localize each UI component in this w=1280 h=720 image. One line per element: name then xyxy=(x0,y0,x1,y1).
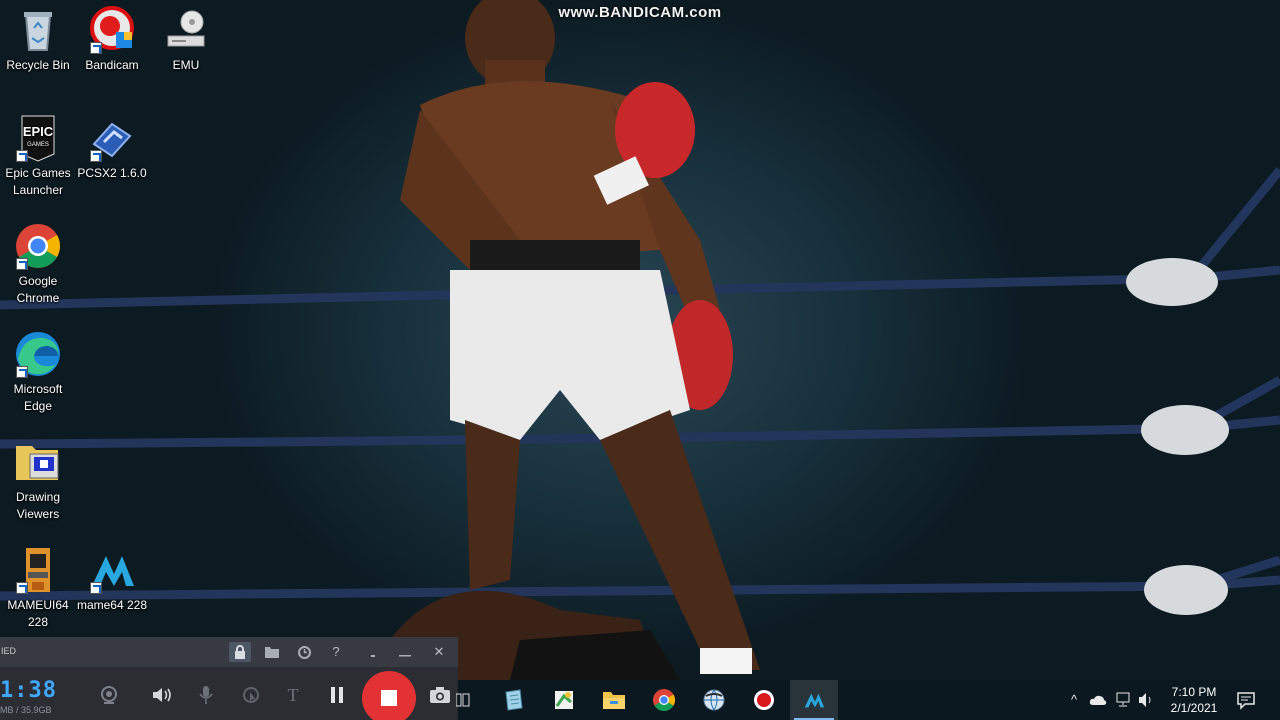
network-icon[interactable] xyxy=(1111,680,1135,720)
lock-icon[interactable] xyxy=(229,642,251,662)
desktop-icon-label: PCSX2 1.6.0 xyxy=(77,166,147,180)
epic-games-icon: EPIC GAMES xyxy=(14,114,62,162)
desktop-icon-emu[interactable]: EMU xyxy=(148,6,224,74)
show-hidden-icons-button[interactable]: ^ xyxy=(1064,680,1084,720)
desktop-icon-label: Bandicam xyxy=(85,58,139,72)
chrome-taskbar-icon[interactable] xyxy=(640,680,688,720)
shortcut-arrow-icon xyxy=(16,258,28,270)
text-overlay-icon[interactable]: T xyxy=(279,681,307,709)
svg-text:EPIC: EPIC xyxy=(23,124,54,139)
open-folder-icon[interactable] xyxy=(261,642,283,662)
boxing-ring-wallpaper xyxy=(0,0,1280,680)
microphone-icon[interactable] xyxy=(192,681,220,709)
desktop-icon-label: mame64 228 xyxy=(76,598,148,612)
taskbar: ^ 7:10 PM 2/1/2021 xyxy=(455,680,1280,720)
desktop-icon-mameui64[interactable]: MAMEUI64 228 xyxy=(0,546,76,631)
minimize-to-tray-icon[interactable] xyxy=(362,642,384,662)
desktop-icon-drawing-viewers[interactable]: Drawing Viewers xyxy=(0,438,76,523)
mame-taskbar-icon[interactable] xyxy=(790,680,838,720)
desktop-icon-microsoft-edge[interactable]: Microsoft Edge xyxy=(0,330,76,415)
recording-timer: 1:38 xyxy=(0,678,57,703)
desktop-icon-mame64[interactable]: mame64 228 xyxy=(74,546,150,614)
shortcut-arrow-icon xyxy=(90,42,102,54)
screenshot-camera-icon[interactable] xyxy=(426,681,454,709)
desktop-icon-bandicam[interactable]: Bandicam xyxy=(74,6,150,74)
sticky-app-icon[interactable] xyxy=(540,680,588,720)
clock-icon[interactable] xyxy=(293,642,315,662)
desktop-icon-label: Microsoft Edge xyxy=(13,382,63,413)
recycle-bin-icon xyxy=(14,6,62,54)
speaker-icon[interactable] xyxy=(148,681,176,709)
task-view-icon[interactable] xyxy=(454,680,472,720)
drive-icon xyxy=(162,6,210,54)
bandicam-record-icon[interactable] xyxy=(740,680,788,720)
action-center-icon[interactable] xyxy=(1234,688,1258,712)
desktop-icon-pcsx2[interactable]: PCSX2 1.6.0 xyxy=(74,114,150,182)
shortcut-arrow-icon xyxy=(16,582,28,594)
minimize-icon[interactable] xyxy=(394,642,416,662)
desktop-icon-label: MAMEUI64 228 xyxy=(7,598,69,629)
webcam-icon[interactable] xyxy=(95,681,123,709)
desktop-icon-label: Drawing Viewers xyxy=(15,490,60,521)
pause-icon[interactable] xyxy=(323,681,351,709)
globe-app-icon[interactable] xyxy=(690,680,738,720)
cursor-effect-icon[interactable] xyxy=(237,681,265,709)
shortcut-arrow-icon xyxy=(16,366,28,378)
shortcut-arrow-icon xyxy=(16,150,28,162)
volume-icon[interactable] xyxy=(1135,680,1159,720)
shortcut-arrow-icon xyxy=(90,582,102,594)
desktop-icon-recycle-bin[interactable]: Recycle Bin xyxy=(0,6,76,74)
edge-icon xyxy=(14,330,62,378)
desktop-icon-label: Epic Games Launcher xyxy=(5,166,71,197)
notepad-icon[interactable] xyxy=(490,680,538,720)
cloud-icon[interactable] xyxy=(1086,680,1110,720)
desktop-icon-epic-games[interactable]: EPIC GAMES Epic Games Launcher xyxy=(0,114,76,199)
arcade-cabinet-icon xyxy=(14,546,62,594)
bandicam-icon xyxy=(88,6,136,54)
pcsx2-icon xyxy=(88,114,136,162)
file-explorer-icon[interactable] xyxy=(590,680,638,720)
bandicam-control-bar: IED ? ✕ 1:38 MB / 35.9GB T xyxy=(0,637,458,720)
close-icon[interactable]: ✕ xyxy=(428,642,450,662)
help-icon[interactable]: ? xyxy=(325,642,347,662)
desktop-wallpaper xyxy=(0,0,1280,720)
shortcut-arrow-icon xyxy=(90,150,102,162)
clock-date: 2/1/2021 xyxy=(1170,701,1218,715)
desktop-icon-google-chrome[interactable]: Google Chrome xyxy=(0,222,76,307)
desktop-icon-label: Recycle Bin xyxy=(6,58,70,72)
desktop-icon-label: EMU xyxy=(172,58,200,72)
recording-file-size: MB / 35.9GB xyxy=(0,705,52,715)
folder-icon xyxy=(14,438,62,486)
svg-text:GAMES: GAMES xyxy=(27,142,49,148)
desktop-icon-label: Google Chrome xyxy=(16,274,60,305)
bandicam-title: IED xyxy=(1,646,17,656)
stop-recording-button[interactable] xyxy=(362,671,416,720)
mame-icon xyxy=(88,546,136,594)
bandicam-controls: 1:38 MB / 35.9GB T xyxy=(0,667,458,720)
chrome-icon xyxy=(14,222,62,270)
system-clock[interactable]: 7:10 PM 2/1/2021 xyxy=(1158,684,1230,716)
bandicam-title-bar: IED ? ✕ xyxy=(0,637,458,667)
clock-time: 7:10 PM xyxy=(1171,685,1217,699)
